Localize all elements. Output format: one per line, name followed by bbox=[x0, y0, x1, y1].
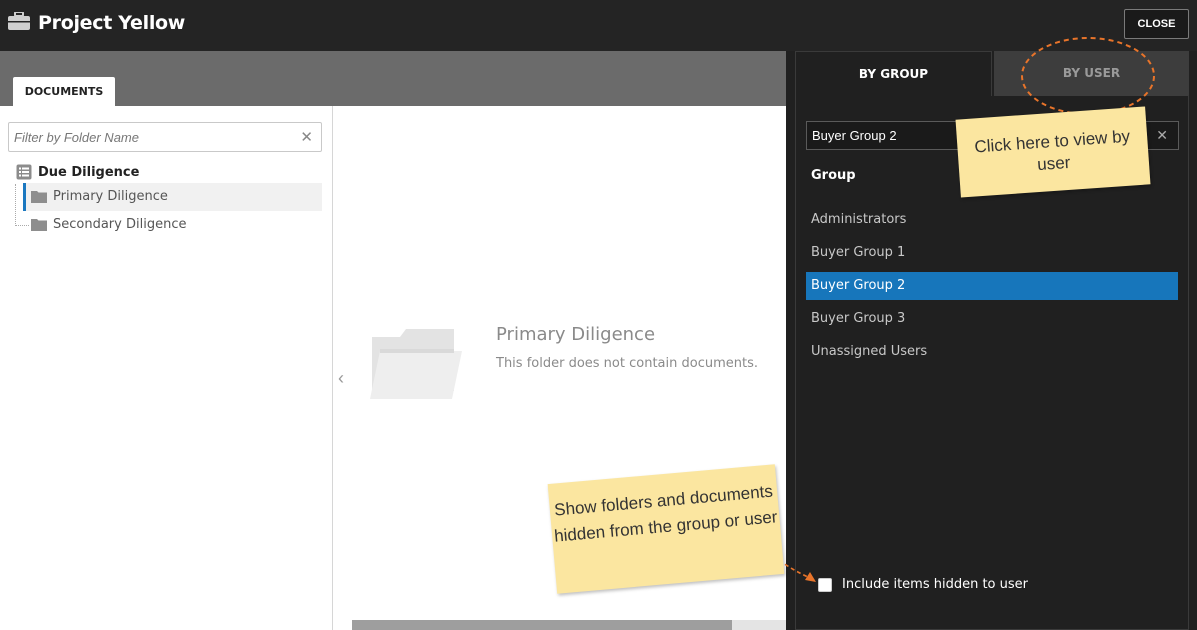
tree-root[interactable]: Due Diligence bbox=[16, 161, 139, 183]
folder-empty-icon bbox=[370, 329, 462, 399]
scrollbar-thumb[interactable] bbox=[352, 620, 732, 630]
tree-item-label: Secondary Diligence bbox=[53, 217, 187, 232]
group-item-buyer-group-1[interactable]: Buyer Group 1 bbox=[806, 239, 1178, 267]
callout-include-hidden: Show folders and documents hidden from t… bbox=[547, 464, 785, 594]
callout-by-user: Click here to view by user bbox=[955, 106, 1151, 198]
group-heading: Group bbox=[811, 168, 856, 183]
empty-state-description: This folder does not contain documents. bbox=[496, 356, 758, 371]
tab-documents[interactable]: DOCUMENTS bbox=[13, 77, 115, 106]
clear-icon[interactable]: ✕ bbox=[300, 128, 313, 146]
selection-indicator bbox=[23, 183, 26, 211]
include-hidden-option[interactable]: Include items hidden to user bbox=[818, 577, 1028, 592]
folder-tree-pane: ✕ Due Diligence bbox=[0, 106, 333, 630]
clear-icon[interactable]: ✕ bbox=[1156, 127, 1168, 144]
tab-strip: DOCUMENTS bbox=[0, 51, 786, 106]
group-item-buyer-group-3[interactable]: Buyer Group 3 bbox=[806, 305, 1178, 333]
horizontal-scrollbar[interactable] bbox=[352, 620, 786, 630]
folder-icon bbox=[31, 191, 47, 203]
group-item-buyer-group-2[interactable]: Buyer Group 2 bbox=[806, 272, 1178, 300]
include-hidden-label: Include items hidden to user bbox=[842, 577, 1028, 592]
app-title: Project Yellow bbox=[38, 12, 186, 34]
folder-filter: ✕ bbox=[8, 122, 322, 152]
tab-by-group[interactable]: BY GROUP bbox=[795, 51, 992, 96]
folder-icon bbox=[31, 219, 47, 231]
app-window: Project Yellow CLOSE DOCUMENTS ✕ bbox=[0, 0, 1197, 630]
tree-connector bbox=[15, 184, 16, 226]
title-bar: Project Yellow CLOSE bbox=[0, 0, 1197, 51]
close-button[interactable]: CLOSE bbox=[1124, 9, 1189, 39]
list-icon bbox=[16, 164, 32, 180]
tree-item-secondary-diligence[interactable]: Secondary Diligence bbox=[24, 211, 322, 239]
tab-by-user[interactable]: BY USER bbox=[994, 51, 1189, 96]
tree-root-label: Due Diligence bbox=[38, 164, 140, 180]
empty-state-title: Primary Diligence bbox=[496, 324, 656, 345]
briefcase-icon bbox=[8, 12, 30, 30]
tree-item-label: Primary Diligence bbox=[53, 189, 168, 204]
chevron-left-icon[interactable]: ‹ bbox=[338, 368, 344, 389]
tree-item-primary-diligence[interactable]: Primary Diligence bbox=[23, 183, 322, 211]
group-item-administrators[interactable]: Administrators bbox=[806, 206, 1178, 234]
include-hidden-checkbox[interactable] bbox=[818, 577, 832, 592]
folder-filter-input[interactable] bbox=[14, 123, 284, 151]
group-item-unassigned-users[interactable]: Unassigned Users bbox=[806, 338, 1178, 366]
